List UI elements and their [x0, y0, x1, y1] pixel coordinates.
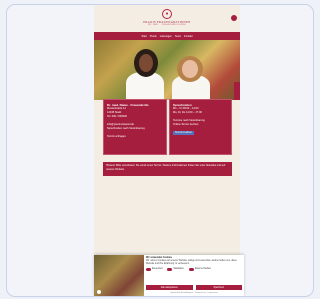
card-link[interactable]: Termin anfragen — [107, 135, 163, 139]
cookie-toggle[interactable]: Statistiken — [167, 268, 184, 271]
cookie-content: Wir verwenden Cookies Wir nutzen Cookies… — [146, 257, 242, 271]
nav-item[interactable]: Praxis — [150, 35, 157, 38]
booking-button[interactable]: Termin buchen — [173, 131, 195, 135]
contact-card: Dr. med. Name · Frauenärztin Musterstraß… — [103, 99, 167, 155]
cookie-buttons: Alle akzeptieren Speichern — [146, 285, 242, 290]
cookie-links[interactable]: Individuelle Einstellungen · Datenschutz… — [146, 292, 242, 294]
doctor-face-2 — [182, 60, 198, 78]
cookie-toggle[interactable]: Externe Medien — [188, 267, 212, 271]
cookie-thumbnail-image — [94, 255, 144, 296]
doctor-face-1 — [139, 54, 153, 72]
toggle-label: Statistiken — [173, 267, 184, 270]
toggle-switch-icon — [188, 267, 194, 271]
site-logo[interactable]: ♦ PRAXIS FRAUENÄRZTINNEN DR. MED. · FRAU… — [94, 9, 240, 32]
notice-banner: Hinweis: Bitte vereinbaren Sie vorab ein… — [103, 162, 232, 176]
hero-image — [94, 40, 240, 100]
cookie-toggle[interactable]: Essenziell — [146, 268, 162, 271]
toggle-label: Essenziell — [152, 267, 163, 270]
browser-frame: ♦ PRAXIS FRAUENÄRZTINNEN DR. MED. · FRAU… — [6, 4, 314, 297]
side-contact-tab[interactable] — [234, 82, 240, 100]
nav-item[interactable]: Leistungen — [160, 35, 172, 38]
cookie-toggles: Essenziell Statistiken Externe Medien — [146, 268, 242, 271]
nav-item[interactable]: Kontakt — [184, 35, 192, 38]
cookie-banner: Wir verwenden Cookies Wir nutzen Cookies… — [94, 255, 244, 296]
toggle-label: Externe Medien — [194, 267, 212, 270]
save-button[interactable]: Speichern — [195, 285, 242, 290]
logo-subtitle: DR. MED. · FRAUENHEILKUNDE — [147, 24, 187, 26]
accept-all-button[interactable]: Alle akzeptieren — [146, 285, 193, 290]
cookie-text: Wir nutzen Cookies auf unserer Website. … — [146, 260, 237, 266]
toggle-switch-icon — [167, 267, 173, 271]
nav-item[interactable]: Team — [175, 35, 181, 38]
toggle-switch-icon — [146, 267, 151, 271]
main-nav: Start Praxis Leistungen Team Kontakt — [94, 32, 240, 40]
website-page: ♦ PRAXIS FRAUENÄRZTINNEN DR. MED. · FRAU… — [94, 5, 240, 296]
hours-card: Sprechzeiten Mo – Fr 08:00 – 12:00 Mo, D… — [169, 99, 232, 155]
nav-item[interactable]: Start — [141, 35, 146, 38]
badge-icon — [97, 290, 101, 294]
menu-button[interactable] — [231, 15, 237, 21]
logo-emblem-icon: ♦ — [162, 9, 172, 19]
